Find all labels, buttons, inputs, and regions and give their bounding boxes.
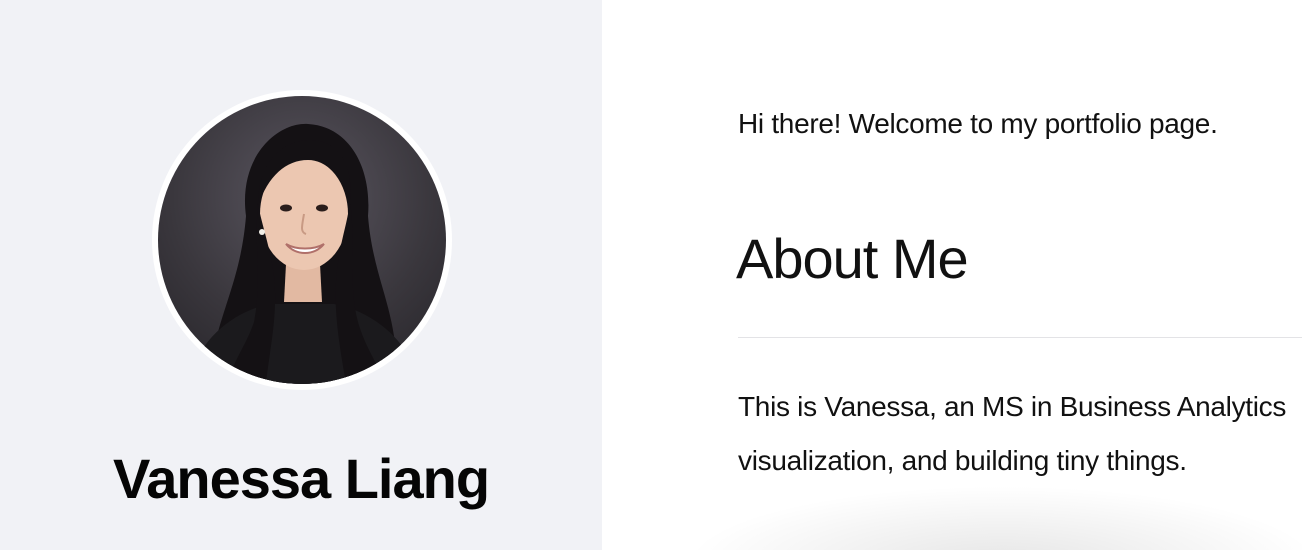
section-divider [738,337,1302,338]
bio-line: visualization, and building tiny things. [738,445,1187,476]
bio-line: This is Vanessa, an MS in Business Analy… [738,391,1287,422]
profile-name: Vanessa Liang [112,447,490,510]
welcome-text: Hi there! Welcome to my portfolio page. [738,108,1218,139]
bio-paragraph: This is Vanessa, an MS in Business Analy… [738,380,1302,488]
main-content: Hi there! Welcome to my portfolio page. … [602,0,1302,550]
bottom-shadow [682,485,1302,550]
profile-photo-icon [158,96,446,384]
avatar [152,90,452,390]
portrait-illustration [188,123,420,384]
about-heading: About Me [736,227,969,290]
profile-sidebar: Vanessa Liang [0,0,602,550]
portfolio-page: Vanessa Liang Hi there! Welcome to my po… [0,0,1302,550]
